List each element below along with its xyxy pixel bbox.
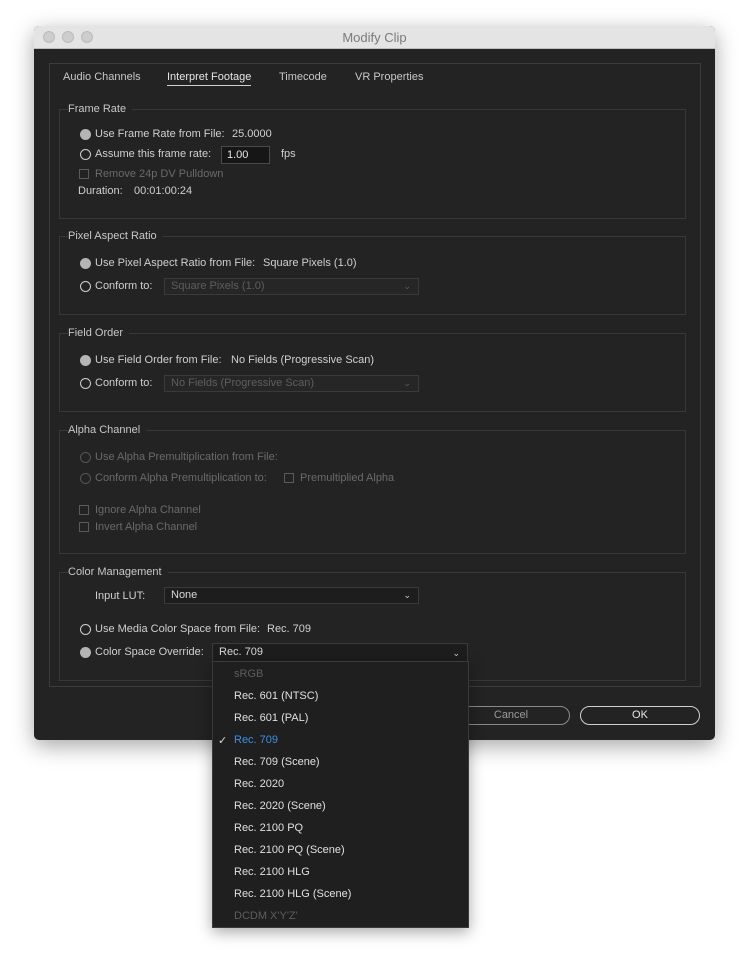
ignore-alpha-label: Ignore Alpha Channel xyxy=(95,504,201,516)
dropdown-item-rec2100-hlg-scene[interactable]: Rec. 2100 HLG (Scene) xyxy=(234,888,351,900)
dropdown-item-rec709[interactable]: Rec. 709 xyxy=(234,734,278,746)
frame-rate-label: Frame Rate xyxy=(68,103,133,115)
checkmark-icon: ✓ xyxy=(218,735,228,747)
dropdown-item-rec2020-scene[interactable]: Rec. 2020 (Scene) xyxy=(234,800,326,812)
color-space-override-radio[interactable] xyxy=(80,647,91,658)
input-lut-label: Input LUT: xyxy=(95,590,146,602)
color-space-override-value: Rec. 709 xyxy=(219,646,264,658)
duration-label: Duration: xyxy=(78,185,123,197)
dropdown-item-srgb[interactable]: sRGB xyxy=(234,668,263,680)
conform-alpha-radio[interactable] xyxy=(80,473,91,484)
dropdown-item-rec601-pal[interactable]: Rec. 601 (PAL) xyxy=(234,712,308,724)
invert-alpha-checkbox[interactable] xyxy=(79,522,89,532)
use-pixel-aspect-radio[interactable] xyxy=(80,258,91,269)
fps-unit-label: fps xyxy=(281,148,296,160)
ok-button[interactable]: OK xyxy=(580,706,700,725)
use-frame-rate-radio[interactable] xyxy=(80,129,91,140)
input-lut-select[interactable]: None ⌄ xyxy=(164,587,419,604)
use-alpha-label: Use Alpha Premultiplication from File: xyxy=(95,451,278,463)
conform-field-order-radio[interactable] xyxy=(80,378,91,389)
modify-clip-dialog: Modify Clip Audio Channels Interpret Foo… xyxy=(34,26,715,740)
use-alpha-radio[interactable] xyxy=(80,452,91,463)
conform-field-order-label: Conform to: xyxy=(95,377,153,389)
media-color-value: Rec. 709 xyxy=(267,623,312,635)
chevron-down-icon: ⌄ xyxy=(403,590,411,600)
assume-frame-rate-radio[interactable] xyxy=(80,149,91,160)
pixel-aspect-label: Pixel Aspect Ratio xyxy=(68,230,163,242)
alpha-channel-label: Alpha Channel xyxy=(68,424,147,436)
field-order-group xyxy=(59,333,686,412)
use-pixel-aspect-label: Use Pixel Aspect Ratio from File: xyxy=(95,257,256,269)
field-order-select[interactable]: No Fields (Progressive Scan) ⌄ xyxy=(164,375,419,392)
tab-audio-channels[interactable]: Audio Channels xyxy=(63,71,141,83)
use-frame-rate-label: Use Frame Rate from File: xyxy=(95,128,225,140)
pixel-aspect-select-value: Square Pixels (1.0) xyxy=(171,280,265,292)
field-order-select-value: No Fields (Progressive Scan) xyxy=(171,377,315,389)
conform-alpha-label: Conform Alpha Premultiplication to: xyxy=(95,472,267,484)
tab-timecode[interactable]: Timecode xyxy=(279,71,327,83)
color-management-label: Color Management xyxy=(68,566,168,578)
pixel-aspect-select[interactable]: Square Pixels (1.0) ⌄ xyxy=(164,278,419,295)
remove-pulldown-checkbox[interactable] xyxy=(79,169,89,179)
use-media-color-label: Use Media Color Space from File: xyxy=(95,623,261,635)
conform-pixel-aspect-label: Conform to: xyxy=(95,280,153,292)
dropdown-item-rec709-scene[interactable]: Rec. 709 (Scene) xyxy=(234,756,320,768)
tab-interpret-footage[interactable]: Interpret Footage xyxy=(167,71,252,86)
dropdown-item-rec2100-pq-scene[interactable]: Rec. 2100 PQ (Scene) xyxy=(234,844,345,856)
frame-rate-input[interactable]: 1.00 xyxy=(221,146,270,164)
use-media-color-radio[interactable] xyxy=(80,624,91,635)
dropdown-item-dcdm[interactable]: DCDM X'Y'Z' xyxy=(234,910,298,922)
color-space-dropdown-menu: ✓ sRGB Rec. 601 (NTSC) Rec. 601 (PAL) Re… xyxy=(212,661,469,928)
alpha-channel-group xyxy=(59,430,686,554)
color-space-override-label: Color Space Override: xyxy=(95,646,204,658)
tab-vr-properties[interactable]: VR Properties xyxy=(355,71,423,83)
conform-pixel-aspect-radio[interactable] xyxy=(80,281,91,292)
pixel-aspect-file-value: Square Pixels (1.0) xyxy=(263,257,357,269)
use-field-order-radio[interactable] xyxy=(80,355,91,366)
dropdown-item-rec2100-hlg[interactable]: Rec. 2100 HLG xyxy=(234,866,310,878)
premultiplied-alpha-label: Premultiplied Alpha xyxy=(300,472,395,484)
remove-pulldown-label: Remove 24p DV Pulldown xyxy=(95,168,224,180)
window-title: Modify Clip xyxy=(342,30,407,45)
field-order-label: Field Order xyxy=(68,327,130,339)
dropdown-item-rec601-ntsc[interactable]: Rec. 601 (NTSC) xyxy=(234,690,318,702)
ignore-alpha-checkbox[interactable] xyxy=(79,505,89,515)
chevron-down-icon: ⌄ xyxy=(452,648,460,658)
use-field-order-label: Use Field Order from File: xyxy=(95,354,222,366)
invert-alpha-label: Invert Alpha Channel xyxy=(95,521,198,533)
pixel-aspect-group xyxy=(59,236,686,315)
cancel-button[interactable]: Cancel xyxy=(452,706,570,725)
field-order-file-value: No Fields (Progressive Scan) xyxy=(231,354,375,366)
title-bar: Modify Clip xyxy=(34,26,715,49)
dropdown-item-rec2020[interactable]: Rec. 2020 xyxy=(234,778,284,790)
duration-value: 00:01:00:24 xyxy=(134,185,193,197)
file-frame-rate-value: 25.0000 xyxy=(232,128,272,140)
assume-frame-rate-label: Assume this frame rate: xyxy=(95,148,212,160)
dropdown-item-rec2100-pq[interactable]: Rec. 2100 PQ xyxy=(234,822,303,834)
premultiplied-alpha-checkbox[interactable] xyxy=(284,473,294,483)
chevron-down-icon: ⌄ xyxy=(403,281,411,291)
color-space-override-select[interactable]: Rec. 709 ⌄ xyxy=(212,643,468,662)
frame-rate-group xyxy=(59,109,686,219)
input-lut-select-value: None xyxy=(171,589,198,601)
chevron-down-icon: ⌄ xyxy=(403,378,411,388)
